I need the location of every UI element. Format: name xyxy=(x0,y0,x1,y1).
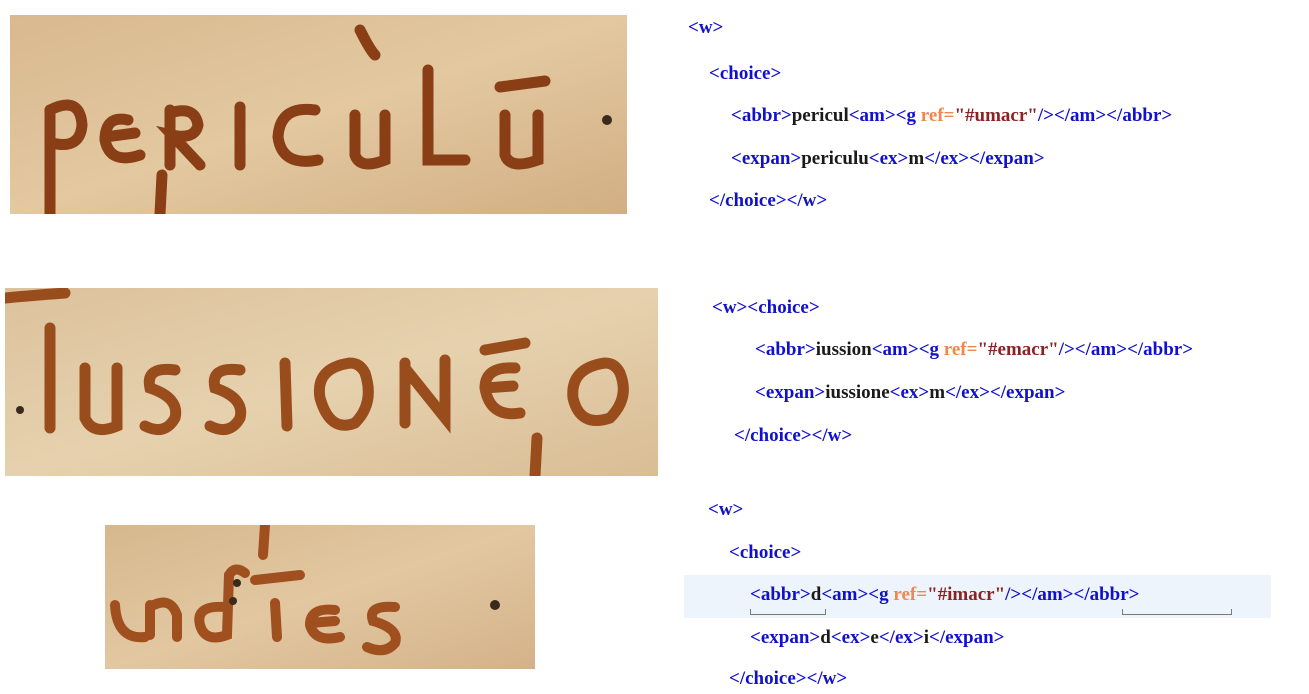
code-token-tag: <choice> xyxy=(729,542,802,563)
code-token-tag: </expan> xyxy=(929,627,1005,648)
code-token-tag: </ex> xyxy=(878,627,924,648)
code-token-attr: ref= xyxy=(943,339,978,360)
snippet2-line2: <abbr>iussion<am><g ref="#emacr"/></am><… xyxy=(755,338,1193,362)
code-token-tag: <w><choice> xyxy=(712,297,820,318)
code-token-txt: periculu xyxy=(801,148,869,169)
code-token-tag: </choice></w> xyxy=(709,190,828,211)
code-token-txt: d xyxy=(820,627,831,648)
code-token-tag: <choice> xyxy=(709,63,782,84)
tag-match-bracket-close xyxy=(1122,609,1232,615)
code-token-tag: <expan> xyxy=(755,382,826,403)
code-token-txt: m xyxy=(929,382,946,403)
code-token-tag: <expan> xyxy=(731,148,802,169)
code-token-tag: <ex> xyxy=(868,148,909,169)
code-token-tag: <abbr> xyxy=(755,339,816,360)
snippet2-line3: <expan>iussione<ex>m</ex></expan> xyxy=(755,381,1065,405)
manuscript-image-iussionem xyxy=(5,288,658,476)
snippet1-line4: <expan>periculu<ex>m</ex></expan> xyxy=(731,147,1045,171)
code-token-val: "#umacr" xyxy=(954,105,1038,126)
code-token-tag: </choice></w> xyxy=(729,668,848,689)
code-token-attr: ref= xyxy=(920,105,955,126)
code-token-tag: /></am></abbr> xyxy=(1005,584,1140,605)
snippet1-line5: </choice></w> xyxy=(709,189,827,213)
code-token-tag: </ex></expan> xyxy=(924,148,1045,169)
code-token-tag: <am><g xyxy=(848,105,921,126)
code-token-tag: </choice></w> xyxy=(734,425,853,446)
code-token-tag: <w> xyxy=(708,499,744,520)
code-token-tag: /></am></abbr> xyxy=(1037,105,1173,126)
code-token-txt: iussion xyxy=(815,339,872,360)
code-token-tag: <expan> xyxy=(750,627,821,648)
snippet2-line4: </choice></w> xyxy=(734,424,852,448)
snippet3-line4: <expan>d<ex>e</ex>i</expan> xyxy=(750,626,1005,650)
snippet1-line1: <w> xyxy=(688,16,723,40)
code-token-txt: d xyxy=(810,584,822,605)
manuscript-image-periculum xyxy=(10,15,627,214)
code-token-val: "#emacr" xyxy=(977,339,1059,360)
code-token-tag: <abbr> xyxy=(750,584,811,605)
code-token-tag: <am><g xyxy=(871,339,944,360)
code-token-txt: iussione xyxy=(825,382,890,403)
code-token-txt: pericul xyxy=(791,105,849,126)
snippet1-line3: <abbr>pericul<am><g ref="#umacr"/></am><… xyxy=(731,104,1172,128)
code-token-tag: </ex></expan> xyxy=(945,382,1066,403)
code-token-tag: /></am></abbr> xyxy=(1058,339,1194,360)
snippet1-line2: <choice> xyxy=(709,62,781,86)
snippet3-line2: <choice> xyxy=(729,541,801,565)
code-token-attr: ref= xyxy=(893,584,928,605)
code-token-tag: <ex> xyxy=(889,382,930,403)
code-token-tag: <w> xyxy=(688,17,724,38)
code-token-tag: <abbr> xyxy=(731,105,792,126)
code-token-txt: e xyxy=(870,627,879,648)
snippet2-line1: <w><choice> xyxy=(712,296,820,320)
code-token-val: "#imacr" xyxy=(927,584,1006,605)
code-token-tag: <am><g xyxy=(821,584,894,605)
snippet3-line1: <w> xyxy=(708,498,743,522)
code-token-txt: m xyxy=(908,148,925,169)
tag-match-bracket-open xyxy=(750,609,826,615)
snippet3-line3: <abbr>d<am><g ref="#imacr"/></am></abbr> xyxy=(750,583,1140,607)
snippet3-line5: </choice></w> xyxy=(729,667,847,691)
manuscript-image-dies xyxy=(105,525,535,669)
code-token-tag: <ex> xyxy=(830,627,871,648)
